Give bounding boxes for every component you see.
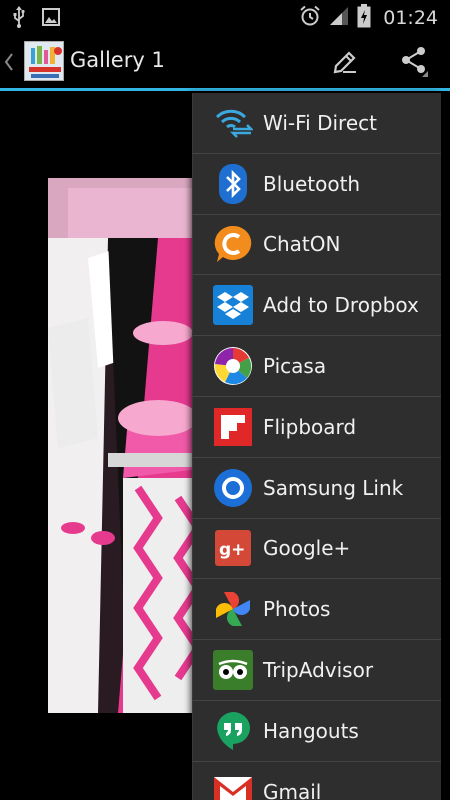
app-icon[interactable]	[24, 41, 64, 81]
bluetooth-icon	[213, 163, 253, 204]
action-bar-divider	[0, 88, 450, 91]
hangouts-icon	[213, 711, 253, 751]
share-item-gmail[interactable]: Gmail	[193, 762, 441, 800]
share-item-label: TripAdvisor	[263, 658, 374, 683]
share-button[interactable]	[392, 41, 436, 85]
photos-icon	[213, 589, 253, 629]
share-item-dropbox[interactable]: Add to Dropbox	[193, 275, 441, 337]
page-title: Gallery 1	[70, 48, 165, 72]
svg-text:g+: g+	[219, 540, 245, 560]
share-item-photos[interactable]: Photos	[193, 579, 441, 641]
share-item-label: Photos	[263, 597, 331, 622]
share-item-chaton[interactable]: ChatON	[193, 215, 441, 276]
signal-icon	[329, 6, 349, 30]
share-item-google-plus[interactable]: g+ Google+	[193, 519, 441, 580]
picasa-icon	[213, 346, 253, 386]
share-item-label: Wi-Fi Direct	[263, 110, 377, 135]
back-caret-icon[interactable]	[3, 51, 15, 73]
alarm-icon	[299, 5, 321, 31]
share-item-flipboard[interactable]: Flipboard	[193, 397, 441, 458]
chaton-icon	[213, 224, 253, 264]
usb-icon	[12, 6, 26, 32]
share-item-label: Hangouts	[263, 718, 359, 743]
share-item-samsung-link[interactable]: Samsung Link	[193, 458, 441, 519]
share-menu: Wi-Fi Direct Bluetooth ChatON Add to Dro…	[192, 93, 441, 800]
battery-charging-icon	[357, 4, 371, 32]
share-item-label: ChatON	[263, 232, 341, 257]
share-item-hangouts[interactable]: Hangouts	[193, 701, 441, 762]
share-item-tripadvisor[interactable]: TripAdvisor	[193, 640, 441, 701]
dropbox-icon	[213, 285, 253, 326]
share-item-picasa[interactable]: Picasa	[193, 336, 441, 397]
share-icon	[397, 44, 431, 82]
wifi-direct-icon	[213, 103, 253, 143]
share-item-label: Samsung Link	[263, 475, 404, 500]
samsung-link-icon	[213, 468, 253, 508]
tripadvisor-icon	[213, 650, 253, 691]
status-time: 01:24	[383, 7, 438, 29]
share-item-wifi-direct[interactable]: Wi-Fi Direct	[193, 93, 441, 154]
flipboard-icon	[213, 407, 253, 447]
share-item-label: Gmail	[263, 779, 322, 800]
gallery-photo[interactable]	[48, 178, 208, 713]
share-item-label: Picasa	[263, 354, 327, 379]
share-item-label: Flipboard	[263, 414, 357, 439]
share-item-label: Add to Dropbox	[263, 293, 419, 318]
share-item-bluetooth[interactable]: Bluetooth	[193, 154, 441, 215]
image-notification-icon	[42, 8, 60, 30]
google-plus-icon: g+	[213, 528, 253, 568]
status-bar: 01:24	[0, 0, 450, 33]
edit-icon	[329, 46, 359, 80]
share-item-label: Google+	[263, 536, 351, 561]
edit-button[interactable]	[322, 41, 366, 85]
action-bar: Gallery 1	[0, 33, 450, 90]
share-item-label: Bluetooth	[263, 171, 361, 196]
gmail-icon	[213, 772, 253, 800]
